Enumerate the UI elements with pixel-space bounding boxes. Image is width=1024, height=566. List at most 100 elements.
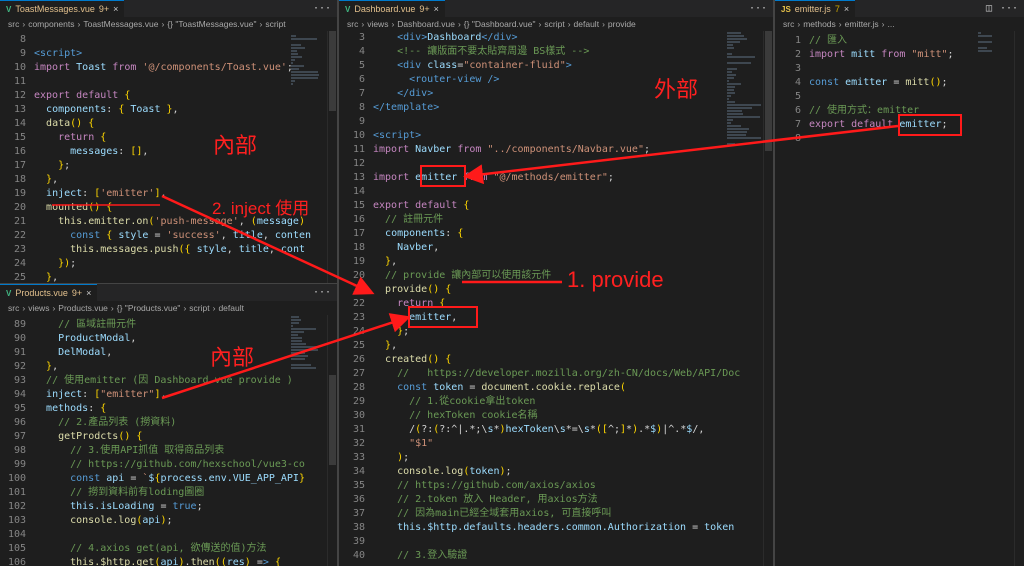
breadcrumb-item[interactable]: ...: [888, 19, 895, 29]
code-line[interactable]: 18 Navber,: [339, 241, 763, 255]
code-line[interactable]: 38 this.$http.defaults.headers.common.Au…: [339, 521, 763, 535]
tab-toast-messages[interactable]: V ToastMessages.vue 9+ ×: [0, 0, 125, 17]
code-line[interactable]: 102 this.isLoading = true;: [0, 500, 327, 514]
breadcrumb-item[interactable]: src: [347, 19, 358, 29]
code-line[interactable]: 97 getProdcts() {: [0, 430, 327, 444]
more-actions-icon[interactable]: ···: [1000, 3, 1018, 14]
tab-products[interactable]: V Products.vue 9+ ×: [0, 284, 98, 301]
code-line[interactable]: 17 components: {: [339, 227, 763, 241]
code-line[interactable]: 8 </template>: [339, 101, 763, 115]
code-line[interactable]: 27 // https://developer.mozilla.org/zh-C…: [339, 367, 763, 381]
code-line[interactable]: 105 // 4.axios get(api, 欲傳送的值)方法: [0, 542, 327, 556]
vertical-scrollbar[interactable]: [763, 31, 773, 566]
code-line[interactable]: 100 const api = `${process.env.VUE_APP_A…: [0, 472, 327, 486]
code-line[interactable]: 92 },: [0, 360, 327, 374]
code-line[interactable]: 13 import emitter from "@/methods/emitter…: [339, 171, 763, 185]
breadcrumb-item[interactable]: default: [574, 19, 600, 29]
code-line[interactable]: 35 // https://github.com/axios/axios: [339, 479, 763, 493]
code-line[interactable]: 8: [0, 33, 327, 47]
code-line[interactable]: 90 ProductModal,: [0, 332, 327, 346]
close-icon[interactable]: ×: [844, 4, 849, 14]
code-line[interactable]: 106 this.$http.get(api).then((res) => {: [0, 556, 327, 566]
code-line[interactable]: 22 const { style = 'success', title, con…: [0, 229, 327, 243]
code-line[interactable]: 37 // 因為main已經全域套用axios, 可直接呼叫: [339, 507, 763, 521]
more-actions-icon[interactable]: ···: [313, 3, 331, 14]
code-line[interactable]: 11: [0, 75, 327, 89]
breadcrumb-item[interactable]: Dashboard.vue: [397, 19, 455, 29]
scrollbar-thumb[interactable]: [765, 31, 772, 151]
code-line[interactable]: 29 // 1.從cookie拿出token: [339, 395, 763, 409]
code-line[interactable]: 101 // 撈到資料前有loding圖圈: [0, 486, 327, 500]
code-line[interactable]: 89 // 區域註冊元件: [0, 318, 327, 332]
code-line[interactable]: 14: [339, 185, 763, 199]
breadcrumb-item[interactable]: Products.vue: [58, 303, 108, 313]
code-line[interactable]: 11 import Navber from "../components/Navb…: [339, 143, 763, 157]
breadcrumb-item[interactable]: views: [367, 19, 388, 29]
code-line[interactable]: 99 // https://github.com/hexschool/vue3-…: [0, 458, 327, 472]
breadcrumb-item[interactable]: {} "Products.vue": [117, 303, 181, 313]
breadcrumb-item[interactable]: emitter.js: [845, 19, 879, 29]
split-editor-icon[interactable]: ◫: [986, 3, 992, 14]
code-line[interactable]: 18 },: [0, 173, 327, 187]
code-line[interactable]: 12: [339, 157, 763, 171]
code-line[interactable]: 7 </div>: [339, 87, 763, 101]
code-line[interactable]: 6 <router-view />: [339, 73, 763, 87]
code-line[interactable]: 91 DelModal,: [0, 346, 327, 360]
code-line[interactable]: 5 <div class="container-fluid">: [339, 59, 763, 73]
minimap[interactable]: [289, 31, 327, 283]
code-line[interactable]: 93 // 使用emitter (因 Dashboard.vue provide…: [0, 374, 327, 388]
code-line[interactable]: 98 // 3.使用API抓值 取得商品列表: [0, 444, 327, 458]
code-line[interactable]: 16 messages: [],: [0, 145, 327, 159]
code-line[interactable]: 20 // provide 讓內部可以使用該元件: [339, 269, 763, 283]
code-line[interactable]: 25 },: [339, 339, 763, 353]
breadcrumb-item[interactable]: {} "Dashboard.vue": [464, 19, 536, 29]
code-line[interactable]: 103 console.log(api);: [0, 514, 327, 528]
scrollbar-thumb[interactable]: [329, 31, 336, 111]
code-line[interactable]: 94 inject: ["emitter"],: [0, 388, 327, 402]
code-line[interactable]: 24 };: [339, 325, 763, 339]
code-line[interactable]: 36 // 2.token 放入 Header, 用axios方法: [339, 493, 763, 507]
breadcrumb-item[interactable]: default: [218, 303, 244, 313]
code-line[interactable]: 21 provide() {: [339, 283, 763, 297]
code-area[interactable]: 8 9 <script> 10 import Toast from '@/compone…: [0, 33, 327, 283]
minimap[interactable]: [725, 31, 763, 566]
breadcrumb-item[interactable]: ToastMessages.vue: [83, 19, 158, 29]
code-area[interactable]: 3 <div>Dashboard</div> 4 <!-- 讓版面不要太貼齊周邊 …: [339, 31, 763, 566]
minimap[interactable]: [976, 31, 1014, 566]
breadcrumb-item[interactable]: {} "ToastMessages.vue": [167, 19, 256, 29]
close-icon[interactable]: ×: [434, 4, 439, 14]
breadcrumb-item[interactable]: script: [265, 19, 285, 29]
more-actions-icon[interactable]: ···: [749, 3, 767, 14]
breadcrumb-item[interactable]: src: [8, 19, 19, 29]
code-line[interactable]: 14 data() {: [0, 117, 327, 131]
close-icon[interactable]: ×: [113, 4, 118, 14]
breadcrumb-item[interactable]: src: [783, 19, 794, 29]
code-line[interactable]: 33 );: [339, 451, 763, 465]
code-line[interactable]: 32 "$1": [339, 437, 763, 451]
code-line[interactable]: 10 <script>: [339, 129, 763, 143]
code-line[interactable]: 10 import Toast from '@/components/Toast.…: [0, 61, 327, 75]
code-line[interactable]: 95 methods: {: [0, 402, 327, 416]
code-line[interactable]: 39: [339, 535, 763, 549]
code-line[interactable]: 16 // 註冊元件: [339, 213, 763, 227]
code-line[interactable]: 22 return {: [339, 297, 763, 311]
code-line[interactable]: 13 components: { Toast },: [0, 103, 327, 117]
code-line[interactable]: 17 };: [0, 159, 327, 173]
code-line[interactable]: 30 // hexToken cookie名稱: [339, 409, 763, 423]
minimap[interactable]: [289, 315, 327, 566]
code-line[interactable]: 40 // 3.登入驗證: [339, 549, 763, 563]
code-line[interactable]: 104: [0, 528, 327, 542]
vertical-scrollbar[interactable]: [327, 31, 337, 283]
code-line[interactable]: 12 export default {: [0, 89, 327, 103]
code-line[interactable]: 19 },: [339, 255, 763, 269]
code-line[interactable]: 96 // 2.產品列表 (撈資料): [0, 416, 327, 430]
code-line[interactable]: 23 this.messages.push({ style, title, co…: [0, 243, 327, 257]
more-actions-icon[interactable]: ···: [313, 287, 331, 298]
code-line[interactable]: 25 },: [0, 271, 327, 283]
code-line[interactable]: 26 created() {: [339, 353, 763, 367]
code-line[interactable]: 9: [339, 115, 763, 129]
code-line[interactable]: 28 const token = document.cookie.replace…: [339, 381, 763, 395]
tab-dashboard[interactable]: V Dashboard.vue 9+ ×: [339, 0, 445, 17]
breadcrumb-item[interactable]: script: [189, 303, 209, 313]
code-line[interactable]: 15 return {: [0, 131, 327, 145]
